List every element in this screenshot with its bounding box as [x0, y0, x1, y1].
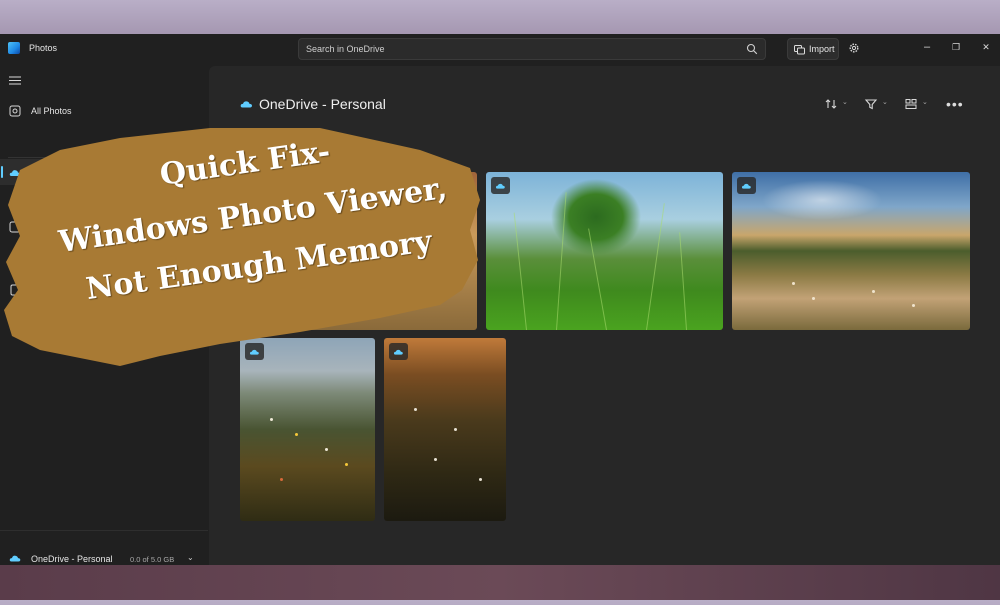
minimize-button[interactable]: – — [919, 40, 935, 54]
cloud-icon — [249, 349, 259, 355]
view-button[interactable]: ⌄ — [904, 97, 928, 111]
chevron-down-icon: ⌄ — [922, 99, 928, 106]
chevron-down-icon: ⌄ — [882, 99, 888, 106]
sidebar: All Photos OneDrive - Personal M OneDriv… — [0, 64, 208, 565]
cloud-icon — [741, 183, 751, 189]
flower — [454, 428, 457, 431]
sidebar-bottom-divider — [0, 530, 208, 531]
gallery-icon[interactable] — [9, 221, 21, 233]
cloud-icon — [9, 555, 21, 562]
app-title: Photos — [29, 43, 58, 53]
flower — [912, 304, 915, 307]
onedrive-badge — [737, 177, 756, 194]
storage-account-label[interactable]: OneDrive - Personal — [31, 554, 113, 564]
onedrive-badge — [491, 177, 510, 194]
grass-blade — [679, 232, 687, 330]
storage-size: 0.0 of 5.0 GB — [130, 555, 175, 564]
flower — [434, 458, 437, 461]
cloud-icon — [495, 183, 505, 189]
cloud-icon — [9, 170, 21, 176]
flower — [295, 433, 298, 436]
sunset-meadow-photo[interactable] — [732, 172, 970, 330]
filter-button[interactable]: ⌄ — [864, 97, 888, 111]
white-wildflowers-photo[interactable] — [384, 338, 506, 521]
page-title: OneDrive - Personal — [259, 96, 386, 112]
maximize-button[interactable]: ❐ — [948, 40, 964, 54]
settings-gear-icon[interactable] — [848, 42, 860, 54]
title-bar: Photos Search in OneDrive Import – ❐ ✕ — [0, 34, 1000, 64]
sidebar-item-label: OneDrive - Personal — [31, 167, 113, 177]
sidebar-item-onedrive[interactable]: OneDrive - Personal — [0, 159, 208, 185]
flower — [345, 463, 348, 466]
flower — [270, 418, 273, 421]
folder-icon — [30, 193, 42, 203]
sidebar-item-all-photos[interactable]: All Photos — [0, 98, 208, 124]
flower — [325, 448, 328, 451]
chevron-down-icon: ⌄ — [842, 99, 848, 106]
filter-icon — [864, 99, 878, 110]
all-photos-icon — [9, 105, 21, 117]
active-indicator — [1, 166, 3, 178]
flower — [872, 290, 875, 293]
sidebar-item-label: M — [50, 193, 58, 203]
search-box[interactable]: Search in OneDrive — [298, 38, 766, 60]
grass-blade — [513, 212, 527, 330]
sort-button[interactable]: ⌄ — [824, 97, 848, 111]
sidebar-item-label: All Photos — [31, 106, 72, 116]
sidebar-divider — [8, 157, 200, 158]
search-icon[interactable] — [746, 43, 758, 55]
grass-blade — [646, 203, 665, 330]
close-button[interactable]: ✕ — [978, 40, 994, 54]
green-grass-photo[interactable] — [486, 172, 723, 330]
flower — [479, 478, 482, 481]
photos-window: Photos Search in OneDrive Import – ❐ ✕ A… — [0, 34, 1000, 565]
flower — [414, 408, 417, 411]
desktop-background — [0, 564, 1000, 600]
sidebar-item-folder[interactable]: M — [0, 185, 208, 211]
cloud-icon — [393, 349, 403, 355]
import-label: Import — [809, 44, 835, 54]
onedrive-badge — [389, 343, 408, 360]
partial-photo[interactable] — [241, 172, 477, 330]
device-icon[interactable] — [9, 284, 21, 296]
photos-app-icon — [8, 42, 20, 54]
flower — [280, 478, 283, 481]
chevron-down-icon[interactable]: ⌄ — [187, 553, 194, 562]
main-content: OneDrive - Personal ⌄ ⌄ ⌄ ••• — [209, 66, 1000, 565]
grass-blade — [588, 228, 607, 330]
more-options-icon[interactable]: ••• — [946, 96, 964, 112]
misty-wildflowers-photo[interactable] — [240, 338, 375, 521]
import-icon — [794, 45, 805, 55]
view-layout-icon — [905, 99, 917, 109]
grass-blade — [556, 192, 567, 330]
flower — [792, 282, 795, 285]
onedrive-badge — [245, 343, 264, 360]
flower — [812, 297, 815, 300]
hamburger-menu-icon[interactable] — [9, 76, 21, 85]
cloud-icon — [240, 101, 252, 108]
search-input[interactable]: Search in OneDrive — [306, 44, 385, 54]
sort-icon — [825, 99, 837, 109]
import-button[interactable]: Import — [787, 38, 839, 60]
